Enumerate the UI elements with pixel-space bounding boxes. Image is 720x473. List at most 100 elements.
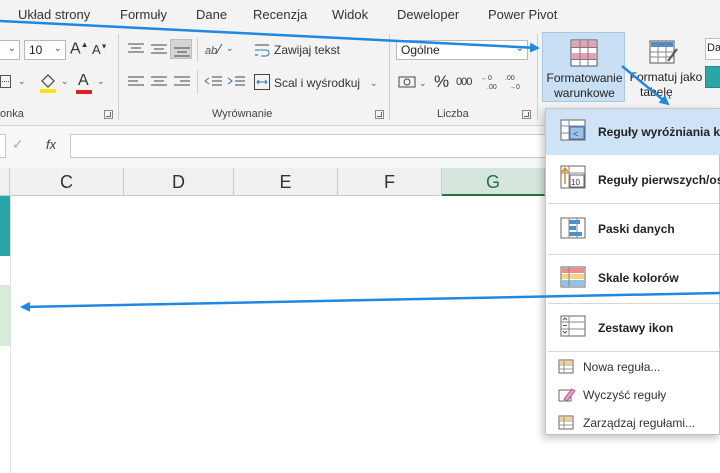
tab-page-layout[interactable]: Układ strony: [18, 7, 90, 22]
decrease-indent-icon[interactable]: [203, 74, 223, 90]
align-bottom-icon: [174, 47, 190, 57]
increase-indent-icon[interactable]: [226, 74, 246, 90]
menu-separator: [548, 203, 719, 204]
column-header-e[interactable]: E: [234, 168, 338, 196]
cell[interactable]: [0, 346, 10, 473]
cell-style-label: Da: [707, 42, 720, 54]
align-right-icon[interactable]: [173, 75, 191, 89]
column-header-c[interactable]: C: [10, 168, 124, 196]
tab-review[interactable]: Recenzja: [253, 7, 307, 22]
menu-item-icon-sets[interactable]: Zestawy ikon: [546, 305, 720, 351]
menu-separator: [548, 254, 719, 255]
font-size-value: 10: [29, 43, 43, 57]
data-bars-icon: [560, 217, 586, 239]
menu-item-new-rule[interactable]: Nowa reguła...: [546, 353, 720, 381]
tab-formulas[interactable]: Formuły: [120, 7, 167, 22]
cell-highlighted[interactable]: [0, 286, 10, 346]
font-group-label: onka: [0, 108, 24, 120]
decrease-decimal-icon[interactable]: .00→0: [505, 72, 527, 92]
menu-item-clear-rules[interactable]: Wyczyść reguły: [546, 381, 720, 409]
menu-item-data-bars[interactable]: Paski danych: [546, 207, 720, 253]
font-color-swatch: [76, 90, 92, 94]
header-cell-accent: [0, 196, 10, 256]
svg-text:ab: ab: [205, 45, 217, 57]
alignment-dialog-launcher-icon[interactable]: [375, 110, 384, 119]
cell[interactable]: [0, 256, 10, 286]
conditional-formatting-icon: [570, 39, 598, 67]
wrap-text-button[interactable]: Zawijaj tekst: [274, 43, 340, 57]
font-size-combo[interactable]: 10 ⌄: [24, 40, 66, 60]
menu-item-top-bottom-rules[interactable]: 10 Reguły pierwszych/ost: [546, 156, 720, 202]
chevron-down-icon: ⌄: [515, 43, 524, 54]
name-box[interactable]: [0, 134, 6, 158]
chevron-down-icon[interactable]: ⌄: [226, 43, 234, 54]
alignment-group-label: Wyrównanie: [212, 108, 273, 120]
align-left-icon[interactable]: [127, 75, 145, 89]
font-color-label: A: [78, 72, 89, 89]
increase-decimal-icon[interactable]: ←0.00: [481, 72, 503, 92]
wrap-text-icon[interactable]: [254, 42, 270, 58]
font-name-combo[interactable]: ⌄: [0, 40, 20, 60]
menu-item-manage-rules[interactable]: Zarządzaj regułami...: [546, 409, 720, 437]
grid-line: [124, 196, 125, 473]
insert-function-button[interactable]: fx: [46, 137, 56, 152]
conditional-formatting-label-1: Formatowanie: [546, 71, 623, 85]
conditional-formatting-label-2: warunkowe: [554, 86, 615, 100]
top-bottom-rules-icon: 10: [560, 165, 586, 189]
percent-style-button[interactable]: %: [434, 72, 449, 92]
conditional-formatting-button[interactable]: Formatowanie warunkowe: [542, 32, 625, 102]
number-format-value: Ogólne: [401, 43, 440, 57]
column-header-g[interactable]: G: [442, 168, 545, 196]
svg-text:.00: .00: [487, 84, 497, 91]
color-scales-label: Skale kolorów: [598, 271, 679, 285]
chevron-down-icon[interactable]: ⌄: [61, 76, 69, 87]
chevron-down-icon[interactable]: ⌄: [419, 78, 427, 89]
column-header-stub[interactable]: [0, 168, 10, 196]
align-top-icon[interactable]: [127, 42, 145, 56]
shrink-font-label: A: [92, 42, 101, 57]
enter-check-icon[interactable]: ✓: [12, 136, 24, 153]
column-header-d[interactable]: D: [124, 168, 234, 196]
menu-item-highlight-rules[interactable]: < Reguły wyróżniania ko: [546, 109, 720, 155]
tab-power-pivot[interactable]: Power Pivot: [488, 7, 557, 22]
cell-style-accent[interactable]: [705, 66, 720, 88]
fill-color-icon[interactable]: [38, 72, 58, 94]
manage-rules-icon: [558, 415, 574, 430]
tab-developer[interactable]: Deweloper: [397, 7, 459, 22]
manage-rules-label: Zarządzaj regułami...: [583, 416, 696, 430]
merge-center-button[interactable]: Scal i wyśrodkuj: [274, 76, 360, 90]
orientation-icon[interactable]: ab: [203, 40, 225, 58]
font-dialog-launcher-icon[interactable]: [104, 110, 113, 119]
cell-style-good[interactable]: Da: [705, 38, 720, 60]
merge-center-icon[interactable]: [254, 74, 270, 90]
group-separator: [197, 38, 198, 62]
grow-font-button[interactable]: A▲: [70, 40, 89, 58]
tab-view[interactable]: Widok: [332, 7, 368, 22]
align-middle-icon[interactable]: [150, 42, 168, 56]
format-as-table-button[interactable]: Formatuj jako tabelę: [628, 32, 702, 102]
column-header-f[interactable]: F: [338, 168, 442, 196]
new-rule-icon: [558, 359, 574, 374]
svg-text:<: <: [573, 129, 578, 139]
format-as-table-label-2: tabelę: [640, 85, 673, 99]
align-center-icon[interactable]: [150, 75, 168, 89]
group-separator: [197, 70, 198, 94]
chevron-down-icon[interactable]: ⌄: [370, 78, 378, 89]
font-color-button[interactable]: A: [78, 72, 89, 90]
chevron-down-icon: ⌄: [7, 43, 16, 54]
svg-text:10: 10: [571, 178, 580, 187]
tab-data[interactable]: Dane: [196, 7, 227, 22]
align-bottom-button[interactable]: [170, 39, 192, 59]
svg-text:→0: →0: [509, 84, 520, 91]
shrink-font-button[interactable]: A▼: [92, 42, 108, 57]
grow-font-label: A: [70, 40, 81, 58]
borders-icon[interactable]: [0, 74, 14, 90]
chevron-down-icon[interactable]: ⌄: [18, 76, 26, 87]
accounting-format-icon[interactable]: [398, 74, 418, 90]
number-dialog-launcher-icon[interactable]: [522, 110, 531, 119]
chevron-down-icon: ⌄: [53, 43, 62, 54]
number-format-combo[interactable]: Ogólne ⌄: [396, 40, 528, 60]
chevron-down-icon[interactable]: ⌄: [97, 76, 105, 87]
menu-item-color-scales[interactable]: Skale kolorów: [546, 256, 720, 302]
comma-style-button[interactable]: 000: [456, 76, 472, 88]
